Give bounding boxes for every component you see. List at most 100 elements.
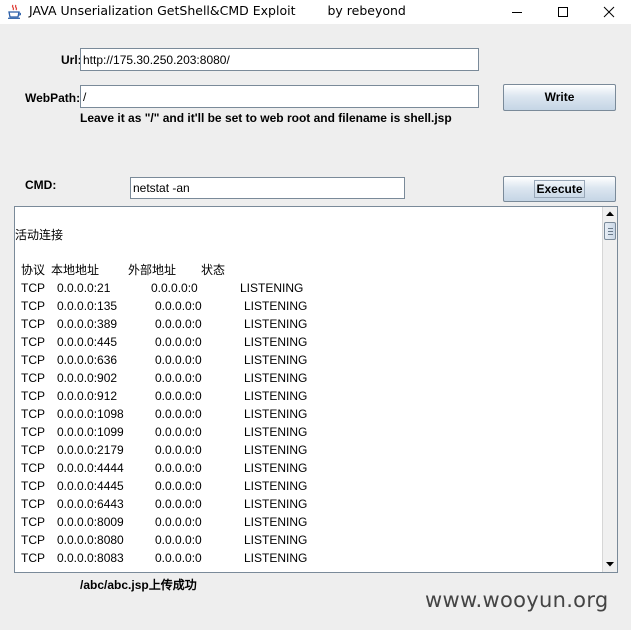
row-proto: TCP	[21, 299, 45, 313]
row-proto: TCP	[21, 371, 45, 385]
row-foreign-address: 0.0.0.0:0	[155, 479, 202, 493]
upload-status: /abc/abc.jsp上传成功	[80, 578, 197, 592]
row-local-address: 0.0.0.0:912	[57, 389, 118, 403]
scroll-thumb[interactable]	[604, 222, 616, 240]
scroll-down-icon[interactable]	[603, 557, 617, 571]
row-foreign-address: 0.0.0.0:0	[155, 299, 202, 313]
row-state: LISTENING	[244, 533, 308, 547]
exploit-window: JAVA Unserialization GetShell&CMD Exploi…	[0, 0, 631, 630]
row-local-address: 0.0.0.0:21	[57, 281, 111, 295]
row-proto: TCP	[21, 461, 45, 475]
row-state: LISTENING	[244, 443, 308, 457]
webpath-label: WebPath:	[25, 91, 81, 105]
scroll-up-icon[interactable]	[603, 207, 617, 221]
row-proto: TCP	[21, 551, 45, 565]
row-state: LISTENING	[244, 515, 308, 529]
row-proto: TCP	[21, 317, 45, 331]
row-state: LISTENING	[244, 299, 308, 313]
row-local-address: 0.0.0.0:4444	[57, 461, 124, 475]
row-state: LISTENING	[244, 371, 308, 385]
java-cup-icon	[8, 4, 21, 19]
row-state: LISTENING	[244, 389, 308, 403]
row-proto: TCP	[21, 281, 45, 295]
write-button-label: Write	[544, 90, 575, 104]
row-foreign-address: 0.0.0.0:0	[155, 443, 202, 457]
execute-button[interactable]: Execute	[503, 176, 616, 202]
row-proto: TCP	[21, 533, 45, 547]
row-local-address: 0.0.0.0:389	[57, 317, 118, 331]
row-proto: TCP	[21, 335, 45, 349]
col-header-state: 状态	[201, 263, 226, 277]
window-title-text: JAVA Unserialization GetShell&CMD Exploi…	[29, 3, 296, 18]
row-state: LISTENING	[240, 281, 304, 295]
output-heading: 活动连接	[15, 228, 64, 242]
row-local-address: 0.0.0.0:1099	[57, 425, 124, 439]
output-content: 活动连接 协议 本地地址 外部地址 状态 TCP 0.0.0.0:21 0.0.0.…	[15, 207, 603, 572]
row-foreign-address: 0.0.0.0:0	[155, 335, 202, 349]
output-textarea[interactable]: 活动连接 协议 本地地址 外部地址 状态 TCP 0.0.0.0:21 0.0.0.…	[14, 206, 618, 573]
webpath-hint: Leave it as "/" and it'll be set to web …	[80, 111, 452, 125]
row-foreign-address: 0.0.0.0:0	[155, 371, 202, 385]
title-bar: JAVA Unserialization GetShell&CMD Exploi…	[0, 0, 631, 24]
row-local-address: 0.0.0.0:902	[57, 371, 118, 385]
row-state: LISTENING	[244, 479, 308, 493]
row-proto: TCP	[21, 497, 45, 511]
row-foreign-address: 0.0.0.0:0	[155, 353, 202, 367]
row-local-address: 0.0.0.0:135	[57, 299, 118, 313]
row-foreign-address: 0.0.0.0:0	[155, 389, 202, 403]
row-local-address: 0.0.0.0:1098	[57, 407, 124, 421]
row-local-address: 0.0.0.0:445	[57, 335, 118, 349]
window-title: JAVA Unserialization GetShell&CMD Exploi…	[29, 3, 406, 18]
row-local-address: 0.0.0.0:6443	[57, 497, 124, 511]
close-icon	[603, 6, 615, 18]
row-proto: TCP	[21, 353, 45, 367]
webpath-input[interactable]	[80, 85, 479, 108]
row-state: LISTENING	[244, 317, 308, 331]
row-state: LISTENING	[244, 425, 308, 439]
minimize-button[interactable]	[494, 0, 540, 24]
cmd-label: CMD:	[25, 178, 57, 192]
url-label: Url:	[61, 53, 82, 67]
row-local-address: 0.0.0.0:8009	[57, 515, 124, 529]
row-state: LISTENING	[244, 497, 308, 511]
row-foreign-address: 0.0.0.0:0	[155, 461, 202, 475]
row-state: LISTENING	[244, 353, 308, 367]
maximize-icon	[558, 7, 568, 17]
row-state: LISTENING	[244, 461, 308, 475]
minimize-icon	[512, 12, 522, 13]
execute-button-label: Execute	[534, 180, 585, 198]
close-button[interactable]	[586, 0, 631, 24]
row-state: LISTENING	[244, 551, 308, 565]
maximize-button[interactable]	[540, 0, 586, 24]
window-author: by rebeyond	[327, 3, 406, 18]
row-state: LISTENING	[244, 335, 308, 349]
row-proto: TCP	[21, 515, 45, 529]
row-proto: TCP	[21, 389, 45, 403]
col-header-local: 本地地址	[51, 263, 100, 277]
row-local-address: 0.0.0.0:8080	[57, 533, 124, 547]
col-header-foreign: 外部地址	[128, 263, 177, 277]
row-foreign-address: 0.0.0.0:0	[155, 425, 202, 439]
row-local-address: 0.0.0.0:8083	[57, 551, 124, 565]
cmd-input[interactable]	[130, 177, 405, 199]
row-foreign-address: 0.0.0.0:0	[155, 551, 202, 565]
write-button[interactable]: Write	[503, 84, 616, 111]
row-local-address: 0.0.0.0:2179	[57, 443, 124, 457]
row-foreign-address: 0.0.0.0:0	[155, 317, 202, 331]
row-proto: TCP	[21, 425, 45, 439]
col-header-proto: 协议	[21, 263, 46, 277]
row-local-address: 0.0.0.0:4445	[57, 479, 124, 493]
row-foreign-address: 0.0.0.0:0	[155, 533, 202, 547]
row-proto: TCP	[21, 407, 45, 421]
row-foreign-address: 0.0.0.0:0	[155, 407, 202, 421]
row-local-address: 0.0.0.0:636	[57, 353, 118, 367]
output-scrollbar[interactable]	[602, 207, 617, 572]
row-proto: TCP	[21, 443, 45, 457]
watermark: www.wooyun.org	[425, 588, 609, 612]
row-foreign-address: 0.0.0.0:0	[151, 281, 198, 295]
row-foreign-address: 0.0.0.0:0	[155, 515, 202, 529]
row-state: LISTENING	[244, 407, 308, 421]
row-foreign-address: 0.0.0.0:0	[155, 497, 202, 511]
url-input[interactable]	[80, 48, 479, 71]
row-proto: TCP	[21, 479, 45, 493]
